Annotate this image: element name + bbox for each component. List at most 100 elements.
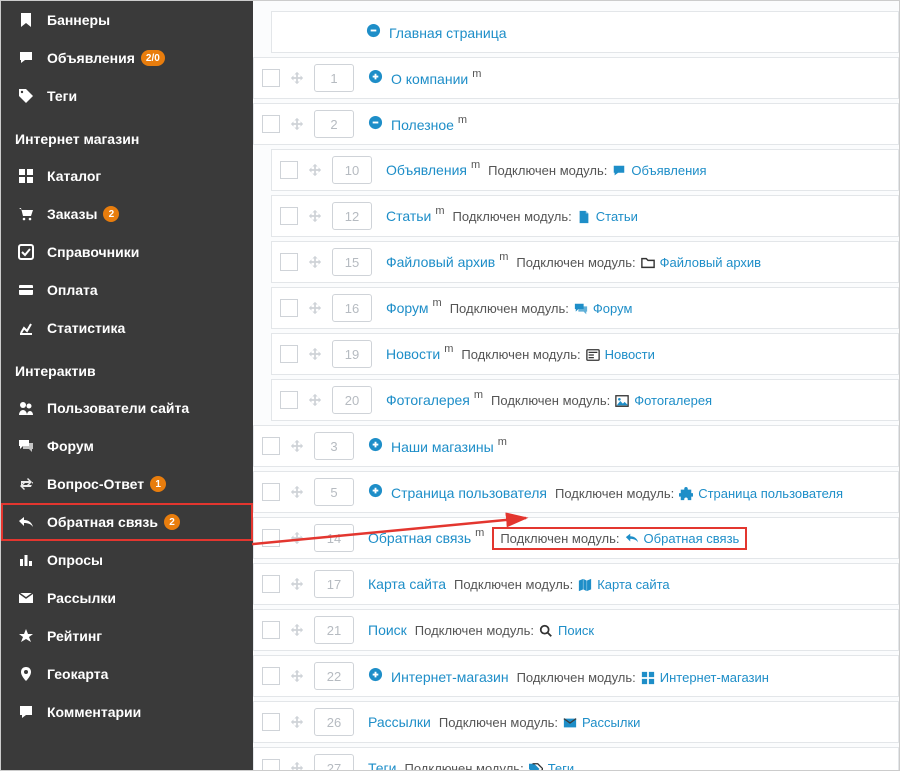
drag-handle-icon[interactable] [286, 439, 308, 453]
module-link[interactable]: Поиск [558, 623, 594, 638]
module-link[interactable]: Объявления [631, 163, 706, 178]
module-link[interactable]: Фотогалерея [634, 393, 712, 408]
drag-handle-icon[interactable] [286, 485, 308, 499]
drag-handle-icon[interactable] [304, 209, 326, 223]
expand-icon[interactable] [368, 437, 383, 452]
page-link[interactable]: Форум [386, 300, 429, 316]
collapse-icon[interactable] [368, 115, 383, 130]
page-link[interactable]: Страница пользователя [391, 485, 547, 501]
row-checkbox[interactable] [280, 161, 298, 179]
sort-number[interactable]: 26 [314, 708, 354, 736]
row-checkbox[interactable] [262, 69, 280, 87]
sort-number[interactable]: 19 [332, 340, 372, 368]
module-link[interactable]: Теги [548, 761, 574, 770]
page-link[interactable]: Теги [368, 760, 396, 770]
module-link[interactable]: Карта сайта [597, 577, 669, 592]
sidebar-item-bookmark[interactable]: Баннеры [1, 1, 253, 39]
page-link[interactable]: Полезное [391, 117, 454, 133]
sort-number[interactable]: 1 [314, 64, 354, 92]
sidebar-item-envelope[interactable]: Рассылки [1, 579, 253, 617]
row-checkbox[interactable] [262, 621, 280, 639]
sidebar-item-pin[interactable]: Геокарта [1, 655, 253, 693]
page-link[interactable]: Рассылки [368, 714, 431, 730]
module-link[interactable]: Файловый архив [660, 255, 761, 270]
sort-number[interactable]: 12 [332, 202, 372, 230]
sort-number[interactable]: 14 [314, 524, 354, 552]
drag-handle-icon[interactable] [304, 301, 326, 315]
sidebar-item-cart[interactable]: Заказы2 [1, 195, 253, 233]
row-checkbox[interactable] [262, 483, 280, 501]
sort-number[interactable]: 15 [332, 248, 372, 276]
sidebar-item-bars-v[interactable]: Опросы [1, 541, 253, 579]
sidebar-item-comments[interactable]: Форум [1, 427, 253, 465]
drag-handle-icon[interactable] [304, 347, 326, 361]
row-checkbox[interactable] [280, 345, 298, 363]
page-link[interactable]: О компании [391, 71, 468, 87]
drag-handle-icon[interactable] [286, 577, 308, 591]
module-link[interactable]: Статьи [596, 209, 638, 224]
sort-number[interactable]: 10 [332, 156, 372, 184]
drag-handle-icon[interactable] [286, 531, 308, 545]
module-link[interactable]: Интернет-магазин [660, 670, 769, 685]
sidebar-item-tag[interactable]: Теги [1, 77, 253, 115]
row-checkbox[interactable] [280, 299, 298, 317]
expand-icon[interactable] [368, 483, 383, 498]
sidebar-item-chat[interactable]: Объявления2/0 [1, 39, 253, 77]
drag-handle-icon[interactable] [304, 255, 326, 269]
row-checkbox[interactable] [262, 115, 280, 133]
drag-handle-icon[interactable] [286, 669, 308, 683]
module-link[interactable]: Новости [605, 347, 655, 362]
row-checkbox[interactable] [262, 529, 280, 547]
page-link[interactable]: Карта сайта [368, 576, 446, 592]
page-link[interactable]: Фотогалерея [386, 392, 470, 408]
sidebar-item-grid[interactable]: Каталог [1, 157, 253, 195]
row-checkbox[interactable] [280, 207, 298, 225]
collapse-icon[interactable] [366, 23, 381, 38]
expand-icon[interactable] [368, 667, 383, 682]
sidebar-item-users[interactable]: Пользователи сайта [1, 389, 253, 427]
drag-handle-icon[interactable] [286, 715, 308, 729]
sidebar-item-check[interactable]: Справочники [1, 233, 253, 271]
sidebar-item-reply[interactable]: Обратная связь2 [1, 503, 253, 541]
row-checkbox[interactable] [262, 759, 280, 770]
sort-number[interactable]: 27 [314, 754, 354, 770]
page-link[interactable]: Новости [386, 346, 440, 362]
row-checkbox[interactable] [262, 575, 280, 593]
drag-handle-icon[interactable] [304, 393, 326, 407]
sidebar-item-star[interactable]: Рейтинг [1, 617, 253, 655]
drag-handle-icon[interactable] [286, 71, 308, 85]
sort-number[interactable]: 21 [314, 616, 354, 644]
page-link[interactable]: Объявления [386, 162, 467, 178]
sort-number[interactable]: 5 [314, 478, 354, 506]
module-link[interactable]: Рассылки [582, 715, 640, 730]
sort-number[interactable]: 22 [314, 662, 354, 690]
module-link[interactable]: Форум [593, 301, 633, 316]
sort-number[interactable]: 16 [332, 294, 372, 322]
module-link[interactable]: Обратная связь [644, 531, 740, 546]
drag-handle-icon[interactable] [286, 761, 308, 770]
page-link[interactable]: Главная страница [389, 25, 507, 41]
page-link[interactable]: Наши магазины [391, 439, 494, 455]
sidebar-item-comment[interactable]: Комментарии [1, 693, 253, 731]
row-checkbox[interactable] [262, 437, 280, 455]
sidebar-item-chart[interactable]: Статистика [1, 309, 253, 347]
row-checkbox[interactable] [280, 253, 298, 271]
page-link[interactable]: Поиск [368, 622, 407, 638]
sidebar-item-retweet[interactable]: Вопрос-Ответ1 [1, 465, 253, 503]
expand-icon[interactable] [368, 69, 383, 84]
page-link[interactable]: Статьи [386, 208, 431, 224]
drag-handle-icon[interactable] [286, 623, 308, 637]
row-checkbox[interactable] [262, 713, 280, 731]
drag-handle-icon[interactable] [304, 163, 326, 177]
drag-handle-icon[interactable] [286, 117, 308, 131]
module-link[interactable]: Страница пользователя [698, 486, 843, 501]
page-link[interactable]: Интернет-магазин [391, 669, 509, 685]
sidebar-item-card[interactable]: Оплата [1, 271, 253, 309]
row-checkbox[interactable] [280, 391, 298, 409]
sort-number[interactable]: 17 [314, 570, 354, 598]
sort-number[interactable]: 2 [314, 110, 354, 138]
page-link[interactable]: Обратная связь [368, 530, 471, 546]
row-checkbox[interactable] [262, 667, 280, 685]
sort-number[interactable]: 20 [332, 386, 372, 414]
page-link[interactable]: Файловый архив [386, 254, 495, 270]
